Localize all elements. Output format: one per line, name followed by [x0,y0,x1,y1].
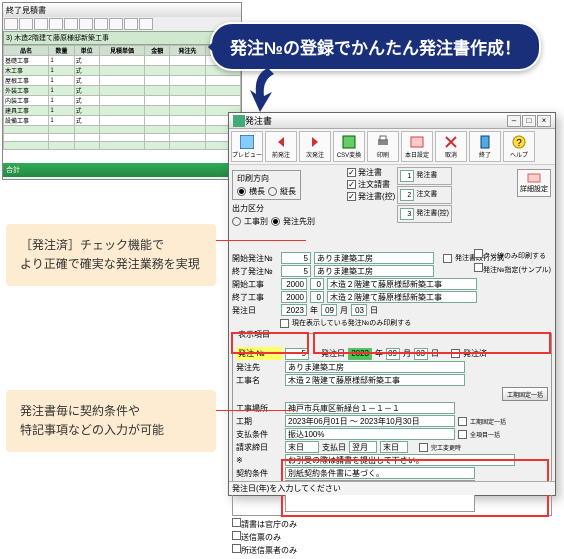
issue-no-label: 発注 № [236,347,282,360]
table-row: 基礎工事1式 [4,56,241,66]
issue-year-input[interactable]: 2023 [348,348,372,360]
issue-no-input[interactable]: 5 [285,348,309,360]
next-order-button[interactable]: 次発注 [299,131,331,162]
output-chk-2[interactable] [347,180,356,189]
end-no-label: 終了発注№ [232,266,278,277]
bg-tb-btn[interactable] [19,18,33,30]
detail-settings-button[interactable]: 詳細設定 [517,169,551,197]
maximize-button[interactable]: □ [522,115,536,127]
bg-window-title: 終了見積書 [3,3,241,17]
table-row: 設備工事1式 [4,116,241,126]
output-chk-1[interactable] [347,168,356,177]
bg-tb-btn[interactable] [34,18,48,30]
leader-line [216,410,296,411]
grid-only-chk[interactable] [474,249,483,258]
portrait-radio[interactable] [268,187,277,196]
start-no-label: 開始発注№ [232,253,278,264]
dest-input[interactable]: ありま建築工房 [285,361,465,373]
output-num-1: 1発注書 [397,167,452,185]
close-button[interactable]: × [537,115,551,127]
bg-toolbar [3,17,241,31]
contract-input[interactable]: 別紙契約条件書に基づく。 [285,467,475,479]
completion-chk[interactable] [419,443,428,452]
curved-arrow-icon [246,64,290,116]
start-work-name: 木造２階建て藤原様邸新築工事 [327,278,477,290]
foot-chk-2[interactable] [232,531,241,540]
foot-chk-3[interactable] [232,544,241,553]
bg-tb-btn[interactable] [109,18,123,30]
display-items-label: 表示項目 [236,329,272,340]
start-no-input[interactable]: 5 [281,252,311,264]
bg-tb-btn[interactable] [139,18,153,30]
print-direction-label: 印刷方向 [237,173,283,184]
start-work-input[interactable]: 2000 [281,278,307,290]
prev-order-button[interactable]: 前発注 [265,131,297,162]
annotation-note-1: ［発注済］チェック機能でより正確で確実な発注業務を実現 [6,224,216,286]
bg-grid[interactable]: 品名数量単位見積単価金額発注先原価率 基礎工事1式 木工事1式 屋根工事1式 外… [3,45,241,163]
bg-tb-btn[interactable] [49,18,63,30]
alt-format-chk[interactable] [443,254,452,263]
table-row: 屋根工事1式 [4,76,241,86]
settings-icon [526,172,542,184]
table-row: 内装工事1式 [4,96,241,106]
bg-tb-btn[interactable] [64,18,78,30]
current-only-chk[interactable] [280,319,289,328]
table-row: 建具工事1式 [4,106,241,116]
svg-text:?: ? [516,138,522,149]
toolbar: プレビュー 前発注 次発注 CSV変換 印刷 本日設定 取消 終了 ?ヘルプ [229,129,555,165]
site-input[interactable]: 神戸市兵庫区新緑台１－１－１ [285,402,455,414]
titlebar: 発注書 – □ × [229,113,555,129]
background-estimate-window: 終了見積書 3) 木造2階建て藤原様邸新築工事 品名数量単位見積単価金額発注先原… [2,2,242,180]
output-num-3: 3発注書(控) [397,205,452,223]
end-work-input[interactable]: 2000 [281,291,307,303]
by-dest-radio[interactable] [271,217,280,226]
ordered-checkbox[interactable] [451,349,460,358]
bg-footer: 合計 [3,163,241,177]
bg-tb-btn[interactable] [79,18,93,30]
exit-button[interactable]: 終了 [469,131,501,162]
issue-date-label: 発注日 [232,305,278,316]
output-chk-3[interactable] [347,192,356,201]
bg-tb-btn[interactable] [4,18,18,30]
bg-tb-btn[interactable] [94,18,108,30]
statusbar: 発注日(年)を入力してください [229,481,555,495]
preview-button[interactable]: プレビュー [231,131,263,162]
work-name-input[interactable]: 木造２階建て藤原様邸新築工事 [285,374,465,386]
pay-cond-input[interactable]: 振込100% [285,428,455,440]
order-form-window: 発注書 – □ × プレビュー 前発注 次発注 CSV変換 印刷 本日設定 取消… [228,112,556,496]
start-work-label: 開始工事 [232,279,278,290]
output-num-2: 2注文書 [397,186,452,204]
today-button[interactable]: 本日設定 [401,131,433,162]
period-input[interactable]: 2023年06月01日 ～ 2023年10月30日 [285,415,455,427]
annotation-note-2: 発注書毎に契約条件や特記事項などの入力が可能 [6,390,216,452]
batch-button[interactable]: 工期固定一括 [502,387,548,401]
sample-chk[interactable] [474,263,483,272]
bg-tb-btn[interactable] [124,18,138,30]
leader-line [216,240,306,241]
end-no-name: ありま建築工房 [314,265,434,277]
help-button[interactable]: ?ヘルプ [503,131,535,162]
end-no-input[interactable]: 5 [281,265,311,277]
app-icon [233,115,245,127]
foot-chk-1[interactable] [232,518,241,527]
minimize-button[interactable]: – [507,115,521,127]
window-title: 発注書 [245,114,506,127]
table-row: 木工事1式 [4,66,241,76]
table-row: 外装工事1式 [4,86,241,96]
csv-button[interactable]: CSV変換 [333,131,365,162]
output-type-label: 出力区分 [232,203,278,214]
by-work-radio[interactable] [232,217,241,226]
landscape-radio[interactable] [237,187,246,196]
end-work-label: 終了工事 [232,292,278,303]
start-no-name: ありま建築工房 [314,252,434,264]
all-items-chk[interactable] [458,430,467,439]
cancel-button[interactable]: 取消 [435,131,467,162]
end-work-name: 木造２階建て藤原様邸新築工事 [327,291,477,303]
print-button[interactable]: 印刷 [367,131,399,162]
bill-note-input[interactable]: お引受の際は請書を提出して下さい。 [285,454,515,466]
period-fixed-chk[interactable] [458,417,467,426]
